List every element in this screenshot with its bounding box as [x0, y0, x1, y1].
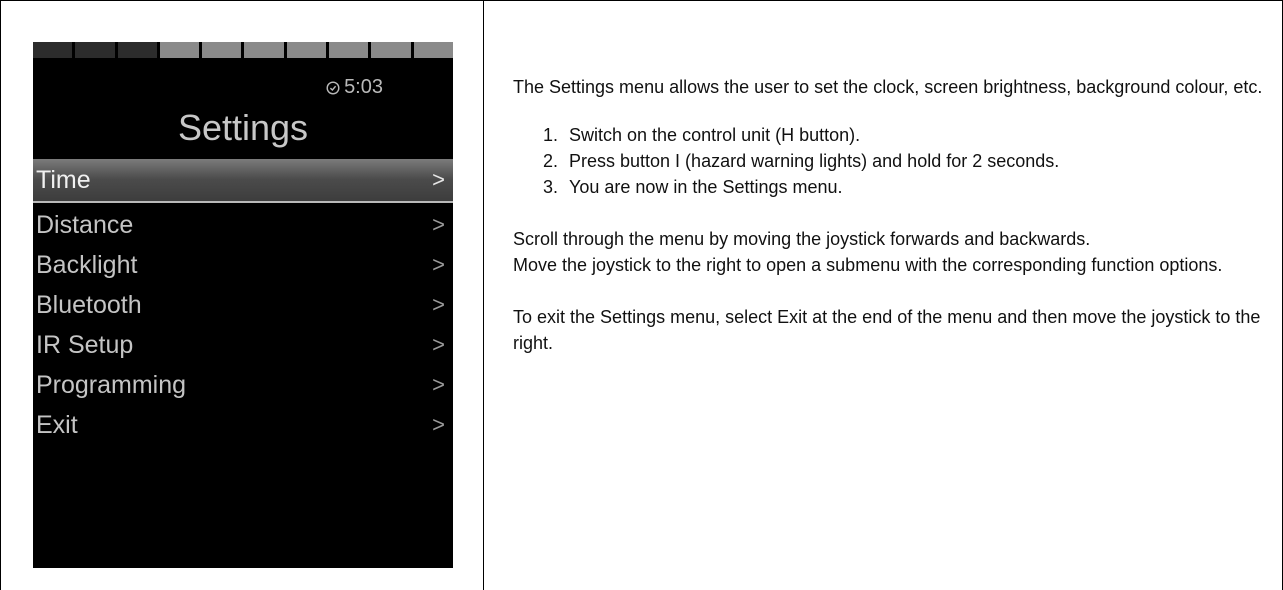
steps-list: 1. Switch on the control unit (H button)…	[513, 122, 1273, 200]
scroll-paragraph: Scroll through the menu by moving the jo…	[513, 229, 1091, 249]
step-text: You are now in the Settings menu.	[569, 177, 843, 197]
menu-item-label: Backlight	[36, 250, 138, 279]
menu-item-label: Time	[36, 165, 91, 194]
step-item: 3. You are now in the Settings menu.	[513, 174, 1273, 200]
chevron-right-icon: >	[432, 167, 445, 192]
menu-item-bluetooth[interactable]: Bluetooth >	[33, 285, 453, 325]
chevron-right-icon: >	[432, 252, 445, 277]
column-divider	[483, 0, 484, 590]
step-number: 2.	[543, 151, 559, 171]
battery-segment	[117, 42, 157, 58]
menu-item-label: IR Setup	[36, 330, 134, 359]
chevron-right-icon: >	[432, 372, 445, 397]
battery-segment	[75, 42, 115, 58]
menu-item-exit[interactable]: Exit >	[33, 405, 453, 445]
menu-item-distance[interactable]: Distance >	[33, 205, 453, 245]
exit-paragraph: To exit the Settings menu, select Exit a…	[513, 307, 1261, 353]
battery-segment	[329, 42, 369, 58]
menu-item-label: Exit	[36, 410, 78, 439]
device-screen: 5:03 Settings Time > Distance > Backligh…	[33, 42, 453, 568]
clock-icon	[326, 80, 340, 95]
step-number: 3.	[543, 177, 559, 197]
step-item: 1. Switch on the control unit (H button)…	[513, 122, 1273, 148]
menu-item-time[interactable]: Time >	[33, 159, 453, 203]
menu-item-label: Bluetooth	[36, 290, 142, 319]
battery-segment	[413, 42, 453, 58]
instructions-column: The Settings menu allows the user to set…	[513, 74, 1273, 356]
menu-item-programming[interactable]: Programming >	[33, 365, 453, 405]
battery-segment	[244, 42, 284, 58]
step-text: Press button I (hazard warning lights) a…	[569, 151, 1060, 171]
chevron-right-icon: >	[432, 212, 445, 237]
battery-segment	[202, 42, 242, 58]
settings-menu: Time > Distance > Backlight > Bluetooth …	[33, 159, 453, 445]
chevron-right-icon: >	[432, 292, 445, 317]
menu-item-label: Distance	[36, 210, 134, 239]
step-item: 2. Press button I (hazard warning lights…	[513, 148, 1273, 174]
menu-item-ir-setup[interactable]: IR Setup >	[33, 325, 453, 365]
battery-segment-bar	[33, 42, 453, 58]
battery-segment	[286, 42, 327, 58]
chevron-right-icon: >	[432, 412, 445, 437]
step-number: 1.	[543, 125, 559, 145]
screen-title: Settings	[177, 107, 309, 148]
intro-paragraph: The Settings menu allows the user to set…	[513, 77, 1263, 97]
battery-segment	[159, 42, 200, 58]
chevron-right-icon: >	[432, 332, 445, 357]
step-text: Switch on the control unit (H button).	[569, 125, 861, 145]
battery-segment	[371, 42, 411, 58]
clock-time: 5:03	[344, 76, 383, 98]
menu-item-backlight[interactable]: Backlight >	[33, 245, 453, 285]
clock-readout: 5:03	[326, 76, 383, 99]
battery-segment	[33, 42, 73, 58]
submenu-paragraph: Move the joystick to the right to open a…	[513, 255, 1223, 275]
menu-item-label: Programming	[36, 370, 187, 399]
